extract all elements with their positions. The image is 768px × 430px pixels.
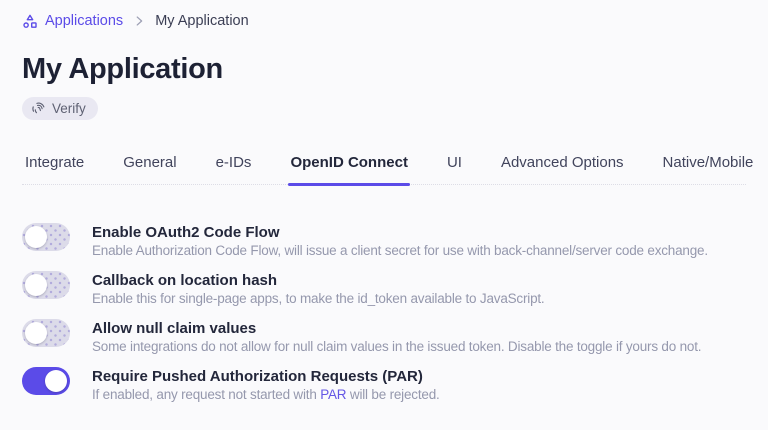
- toggle-oauth2-code-flow[interactable]: [22, 223, 70, 251]
- verify-button-label: Verify: [52, 101, 86, 116]
- toggle-knob: [45, 370, 67, 392]
- tab-integrate[interactable]: Integrate: [23, 150, 86, 184]
- description-suffix: will be rejected.: [346, 387, 440, 402]
- setting-text: Require Pushed Authorization Requests (P…: [92, 367, 440, 404]
- toggle-require-par[interactable]: [22, 367, 70, 395]
- toggle-knob: [25, 226, 47, 248]
- setting-description: If enabled, any request not started with…: [92, 386, 440, 404]
- setting-text: Callback on location hash Enable this fo…: [92, 271, 545, 308]
- tab-openid-connect[interactable]: OpenID Connect: [288, 150, 410, 186]
- setting-description: Enable this for single-page apps, to mak…: [92, 291, 545, 306]
- hierarchy-icon: [22, 13, 38, 29]
- page: Applications My Application My Applicati…: [0, 0, 768, 404]
- setting-label: Require Pushed Authorization Requests (P…: [92, 368, 423, 385]
- setting-row-location-hash: Callback on location hash Enable this fo…: [22, 271, 746, 308]
- chevron-right-icon: [132, 14, 146, 28]
- setting-row-require-par: Require Pushed Authorization Requests (P…: [22, 367, 746, 404]
- setting-description: Some integrations do not allow for null …: [92, 339, 702, 354]
- setting-description: Enable Authorization Code Flow, will iss…: [92, 243, 708, 258]
- breadcrumb: Applications My Application: [22, 13, 746, 29]
- page-title: My Application: [22, 53, 223, 85]
- tab-advanced-options[interactable]: Advanced Options: [499, 150, 626, 184]
- tab-general[interactable]: General: [121, 150, 178, 184]
- par-link[interactable]: PAR: [320, 387, 346, 402]
- breadcrumb-current: My Application: [155, 13, 249, 29]
- setting-label: Callback on location hash: [92, 272, 278, 289]
- setting-row-null-claims: Allow null claim values Some integration…: [22, 319, 746, 356]
- setting-label: Allow null claim values: [92, 320, 257, 337]
- setting-text: Allow null claim values Some integration…: [92, 319, 702, 356]
- verify-button[interactable]: Verify: [22, 97, 98, 120]
- breadcrumb-link-applications[interactable]: Applications: [22, 13, 123, 29]
- setting-row-oauth2-code-flow: Enable OAuth2 Code Flow Enable Authoriza…: [22, 223, 746, 260]
- toggle-knob: [25, 274, 47, 296]
- tab-ui[interactable]: UI: [445, 150, 464, 184]
- toggle-null-claims[interactable]: [22, 319, 70, 347]
- tab-bar: Integrate General e-IDs OpenID Connect U…: [22, 150, 753, 186]
- tab-native-mobile[interactable]: Native/Mobile: [661, 150, 756, 184]
- toggle-location-hash[interactable]: [22, 271, 70, 299]
- openid-connect-settings: Enable OAuth2 Code Flow Enable Authoriza…: [22, 223, 746, 404]
- tab-e-ids[interactable]: e-IDs: [214, 150, 254, 184]
- setting-label: Enable OAuth2 Code Flow: [92, 224, 280, 241]
- toggle-knob: [25, 322, 47, 344]
- fingerprint-icon: [31, 101, 46, 116]
- setting-text: Enable OAuth2 Code Flow Enable Authoriza…: [92, 223, 708, 260]
- description-prefix: If enabled, any request not started with: [92, 387, 321, 402]
- breadcrumb-root-label: Applications: [45, 13, 124, 29]
